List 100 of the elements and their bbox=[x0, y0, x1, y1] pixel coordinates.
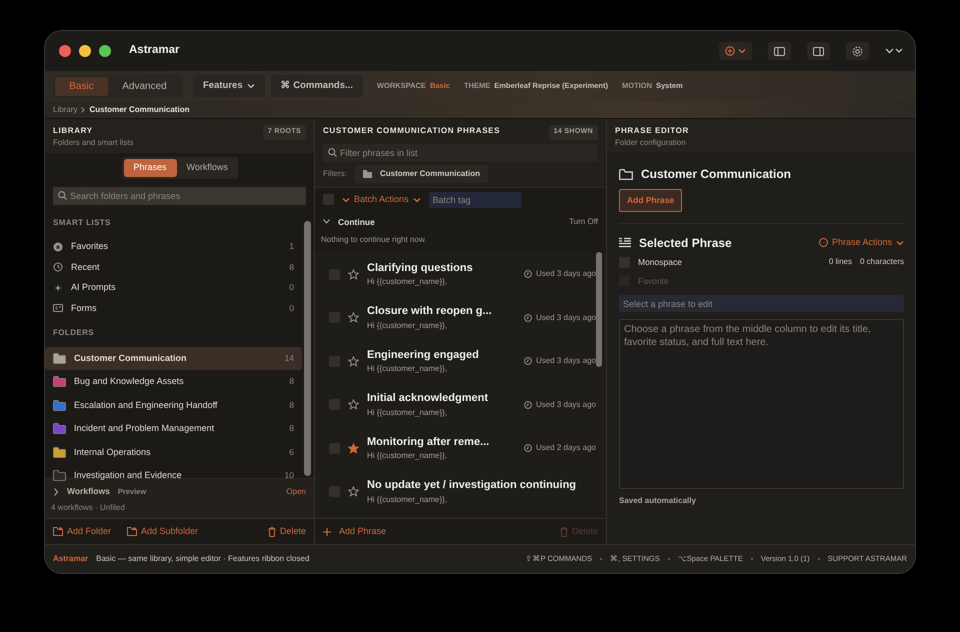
smart-list-item[interactable]: AI Prompts 0 bbox=[45, 278, 302, 298]
filter-field[interactable]: Filter phrases in list bbox=[323, 144, 598, 162]
phrase-title: No update yet / investigation continuing bbox=[367, 478, 576, 494]
caret-icon bbox=[738, 48, 746, 54]
phrase-row[interactable]: Monitoring after reme... Hi {{customer_name}}, Used 2 days ago bbox=[315, 426, 606, 470]
phrase-actions-dropdown[interactable]: Phrase Actions bbox=[818, 236, 904, 250]
breadcrumb-item[interactable]: Customer Communication bbox=[89, 104, 190, 116]
select-all-checkbox[interactable] bbox=[323, 194, 334, 205]
character-count: 0 characters bbox=[860, 256, 904, 268]
smart-list-item[interactable]: Favorites 1 bbox=[45, 236, 302, 257]
clock-icon bbox=[524, 444, 532, 452]
plus-circle-icon bbox=[725, 46, 735, 56]
list-label: Recent bbox=[71, 260, 100, 274]
breadcrumb-item[interactable]: Library bbox=[53, 104, 78, 116]
used-time: Used 3 days ago bbox=[536, 312, 596, 324]
smart-list-item[interactable]: Forms 0 bbox=[45, 298, 302, 318]
window-title: Astramar bbox=[129, 43, 180, 58]
batch-tag-field[interactable]: Batch tag bbox=[428, 192, 521, 208]
phrase-title: Monitoring after reme... bbox=[367, 434, 490, 450]
phrase-row[interactable]: Clarifying questions Hi {{customer_name}}, Used 3 days ago bbox=[315, 252, 606, 296]
folder-icon bbox=[619, 168, 633, 180]
scrollbar[interactable] bbox=[596, 252, 602, 368]
caret-icon bbox=[896, 240, 904, 246]
panel-title: CUSTOMER COMMUNICATION PHRASES bbox=[323, 125, 500, 137]
settings-button[interactable] bbox=[846, 42, 869, 60]
features-dropdown[interactable]: Features bbox=[193, 74, 265, 98]
item-count: 8 bbox=[289, 422, 294, 436]
open-link[interactable]: Open bbox=[286, 486, 306, 498]
phrase-row[interactable]: Closure with reopen g... Hi {{customer_name}}, Used 3 days ago bbox=[315, 296, 606, 340]
smart-list-item[interactable]: Recent 8 bbox=[45, 257, 302, 278]
panel-subtitle: Folder configuration bbox=[615, 137, 687, 149]
add-phrase-button[interactable]: Add Phrase bbox=[323, 524, 386, 538]
star-icon[interactable] bbox=[348, 312, 359, 323]
batch-actions-dropdown[interactable]: Batch Actions bbox=[342, 192, 421, 206]
clock-icon bbox=[53, 262, 63, 272]
form-icon bbox=[53, 303, 63, 314]
used-time: Used 3 days ago bbox=[536, 268, 596, 280]
add-menu-button[interactable] bbox=[719, 42, 752, 60]
folder-item[interactable]: Escalation and Engineering Handoff 8 bbox=[45, 394, 302, 417]
status-message: Basic — same library, simple editor · Features ribbon closed bbox=[96, 553, 310, 565]
item-count: 0 bbox=[289, 281, 294, 294]
workflow-summary: 4 workflows · Unfiled bbox=[51, 502, 126, 514]
phrase-title: Engineering engaged bbox=[367, 348, 479, 363]
phrase-preview: Hi {{customer_name}}, bbox=[367, 363, 448, 376]
filter-chip[interactable]: Customer Communication bbox=[355, 165, 488, 183]
phrase-preview: Hi {{customer_name}}, bbox=[367, 450, 448, 462]
option-checkbox[interactable]: Monospace bbox=[619, 256, 682, 268]
settings-icon bbox=[852, 46, 863, 56]
folder-icon bbox=[363, 170, 372, 178]
library-tab[interactable]: Workflows bbox=[176, 159, 238, 176]
folder-plus-icon bbox=[127, 527, 138, 536]
delete-button[interactable]: Delete bbox=[268, 524, 306, 538]
minimize-button[interactable] bbox=[79, 45, 91, 57]
item-count: 1 bbox=[289, 240, 294, 254]
clock-icon bbox=[524, 270, 532, 278]
star-icon[interactable] bbox=[348, 442, 359, 454]
scrollbar[interactable] bbox=[304, 220, 311, 476]
phrase-preview: Hi {{customer_name}}, bbox=[367, 494, 448, 506]
phrase-row[interactable]: Initial acknowledgment Hi {{customer_name}}, Used 3 days ago bbox=[315, 382, 606, 426]
clock-icon bbox=[524, 314, 532, 322]
caret-icon bbox=[246, 83, 255, 89]
item-count: 8 bbox=[289, 398, 294, 412]
star-icon[interactable] bbox=[348, 486, 359, 497]
star-icon[interactable] bbox=[348, 399, 359, 410]
item-count: 8 bbox=[289, 260, 294, 274]
section-title: Selected Phrase bbox=[639, 234, 732, 252]
search-field[interactable]: Search folders and phrases bbox=[53, 186, 306, 204]
folder-item[interactable]: Incident and Problem Management 8 bbox=[45, 417, 302, 440]
folder-title: Customer Communication bbox=[641, 166, 792, 183]
body-field[interactable]: Choose a phrase from the middle column to edit its title, favorite status, and full text here. bbox=[619, 319, 904, 490]
app-name: Astramar bbox=[53, 553, 88, 565]
mode-tab[interactable]: Advanced bbox=[108, 76, 181, 96]
chevrons-icon[interactable] bbox=[885, 48, 903, 54]
phrase-row[interactable]: Engineering engaged Hi {{customer_name}}, Used 3 days ago bbox=[315, 339, 606, 383]
list-label: AI Prompts bbox=[71, 281, 116, 294]
star-icon[interactable] bbox=[348, 268, 359, 280]
title-field[interactable]: Select a phrase to edit bbox=[619, 295, 904, 312]
folder-item[interactable]: Bug and Knowledge Assets 8 bbox=[45, 370, 302, 394]
phrase-row[interactable]: No update yet / investigation continuing Hi {{customer_name}}, bbox=[315, 470, 606, 514]
star-icon[interactable] bbox=[348, 356, 359, 366]
chevron-down-icon[interactable] bbox=[323, 219, 330, 224]
add-subfolder-button[interactable]: Add Subfolder bbox=[127, 524, 198, 538]
turn-off-link[interactable]: Turn Off bbox=[569, 216, 598, 228]
used-time: Used 2 days ago bbox=[536, 442, 596, 454]
folder-item[interactable]: Internal Operations 6 bbox=[45, 440, 302, 464]
commands-button[interactable]: ⌘ Commands... bbox=[270, 74, 363, 98]
close-button[interactable] bbox=[59, 45, 71, 57]
sparkle-icon bbox=[53, 282, 63, 293]
left-sidebar-button[interactable] bbox=[768, 42, 791, 60]
add-phrase-button[interactable]: Add Phrase bbox=[619, 189, 682, 212]
zoom-button[interactable] bbox=[99, 45, 111, 57]
library-tab[interactable]: Phrases bbox=[124, 159, 177, 176]
folder-item[interactable]: Investigation and Evidence 10 bbox=[45, 464, 302, 488]
right-sidebar-button[interactable] bbox=[807, 42, 830, 60]
add-folder-button[interactable]: Add Folder bbox=[53, 524, 112, 538]
caret-icon bbox=[412, 196, 421, 202]
section-title: Workflows bbox=[67, 485, 110, 498]
chevron-right-icon[interactable] bbox=[53, 488, 59, 496]
folder-item[interactable]: Customer Communication 14 bbox=[45, 346, 302, 370]
item-count: 10 bbox=[284, 469, 294, 482]
